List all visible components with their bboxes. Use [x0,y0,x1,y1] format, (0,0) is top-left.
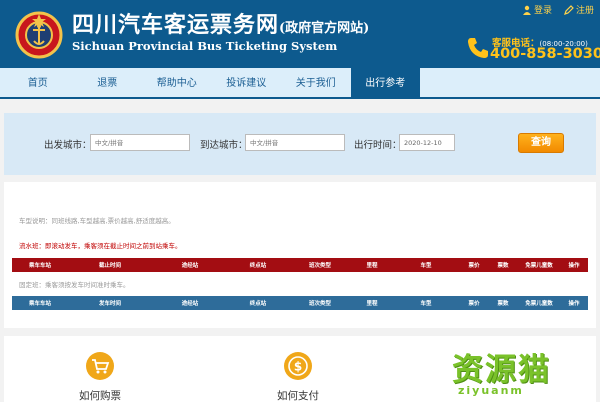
dollar-glyph: $ [288,356,308,376]
watermark-text: 资源猫 [452,352,551,388]
site-title-suffix: (政府官方网站) [279,21,370,36]
fixed-bus-note: 固定班：乘客须按发车时间准时乘车。 [19,281,130,289]
site-subtitle: Sichuan Provincial Bus Ticketing System [72,39,338,53]
login-link[interactable]: 登录 [522,3,552,16]
nav-item-help[interactable]: 帮助中心 [142,68,212,97]
col-station: 乘车车站 [28,301,51,307]
rolling-table-header: 乘车车站 截止时间 途经站 终点站 班次类型 里程 车型 票价 票数 免票儿童数… [12,258,588,272]
vehicle-type-note: 车型说明：同班线路,车型越高,票价越高,舒适度越高。 [19,217,175,225]
col-terminal: 终点站 [249,301,267,307]
travel-date-label: 出行时间： [354,140,402,151]
col-via: 途经站 [181,263,199,269]
col-departure: 发车时间 [98,301,121,307]
col-tickets: 票数 [497,301,509,307]
hotline-number: 400-858-3030 [490,46,600,62]
col-fare: 票价 [468,301,480,307]
col-fare: 票价 [468,263,480,269]
col-vehicle-type: 车型 [420,301,432,307]
col-mileage: 里程 [366,301,378,307]
fixed-table-header: 乘车车站 发车时间 途经站 终点站 班次类型 里程 车型 票价 票数 免票儿童数… [12,296,588,310]
register-label: 注册 [575,6,594,16]
national-emblem-icon [15,11,63,59]
svg-text:$: $ [294,360,302,374]
how-to-pay-link[interactable]: 如何支付 [277,388,319,402]
col-action: 操作 [568,301,580,307]
to-city-label: 到达城市： [200,140,248,151]
from-city-input[interactable] [90,134,190,151]
site-header: 四川汽车客运票务网(政府官方网站) Sichuan Provincial Bus… [0,0,600,68]
watermark-logo: 资源猫 ziyuanm [452,344,582,400]
col-free-children: 免票儿童数 [525,301,553,307]
from-city-label: 出发城市： [44,140,92,151]
customer-hotline: 客服电话：(08:00-20:00) 400-858-3030 [466,34,600,66]
search-panel: 出发城市： 到达城市： 出行时间： 查询 [4,113,596,175]
travel-date-input[interactable] [399,134,455,151]
col-deadline: 截止时间 [98,263,121,269]
col-mileage: 里程 [366,263,378,269]
results-panel: 车型说明：同班线路,车型越高,票价越高,舒适度越高。 流水班：即滚动发车，乘客须… [4,182,596,328]
col-free-children: 免票儿童数 [525,263,553,269]
shopping-cart-icon[interactable] [86,352,114,380]
col-terminal: 终点站 [249,263,267,269]
nav-item-complaint[interactable]: 投诉建议 [212,68,282,97]
col-service-type: 班次类型 [308,301,331,307]
user-icon [522,5,531,15]
phone-icon [468,38,488,58]
nav-item-refund[interactable]: 退票 [73,68,143,97]
pencil-icon [564,4,574,15]
col-service-type: 班次类型 [308,263,331,269]
how-to-buy-link[interactable]: 如何购票 [79,388,121,402]
col-action: 操作 [568,263,580,269]
top-links: 登录 注册 [522,3,594,16]
site-title: 四川汽车客运票务网(政府官方网站) [72,12,370,38]
nav-item-home[interactable]: 首页 [3,68,73,97]
dollar-coin-icon[interactable]: $ [284,352,312,380]
query-button[interactable]: 查询 [518,133,564,153]
to-city-input[interactable] [245,134,345,151]
col-vehicle-type: 车型 [420,263,432,269]
nav-item-about[interactable]: 关于我们 [281,68,351,97]
login-label: 登录 [533,6,552,16]
col-via: 途经站 [181,301,199,307]
main-nav: 首页 退票 帮助中心 投诉建议 关于我们 出行参考 [0,68,600,99]
col-station: 乘车车站 [28,263,51,269]
watermark-subtext: ziyuanm [458,384,524,397]
rolling-bus-note: 流水班：即滚动发车，乘客须在截止时间之前到站乘车。 [19,242,182,250]
register-link[interactable]: 注册 [564,3,594,16]
nav-item-travel-reference[interactable]: 出行参考 [350,68,420,97]
cart-glyph [92,359,110,374]
col-tickets: 票数 [497,263,509,269]
